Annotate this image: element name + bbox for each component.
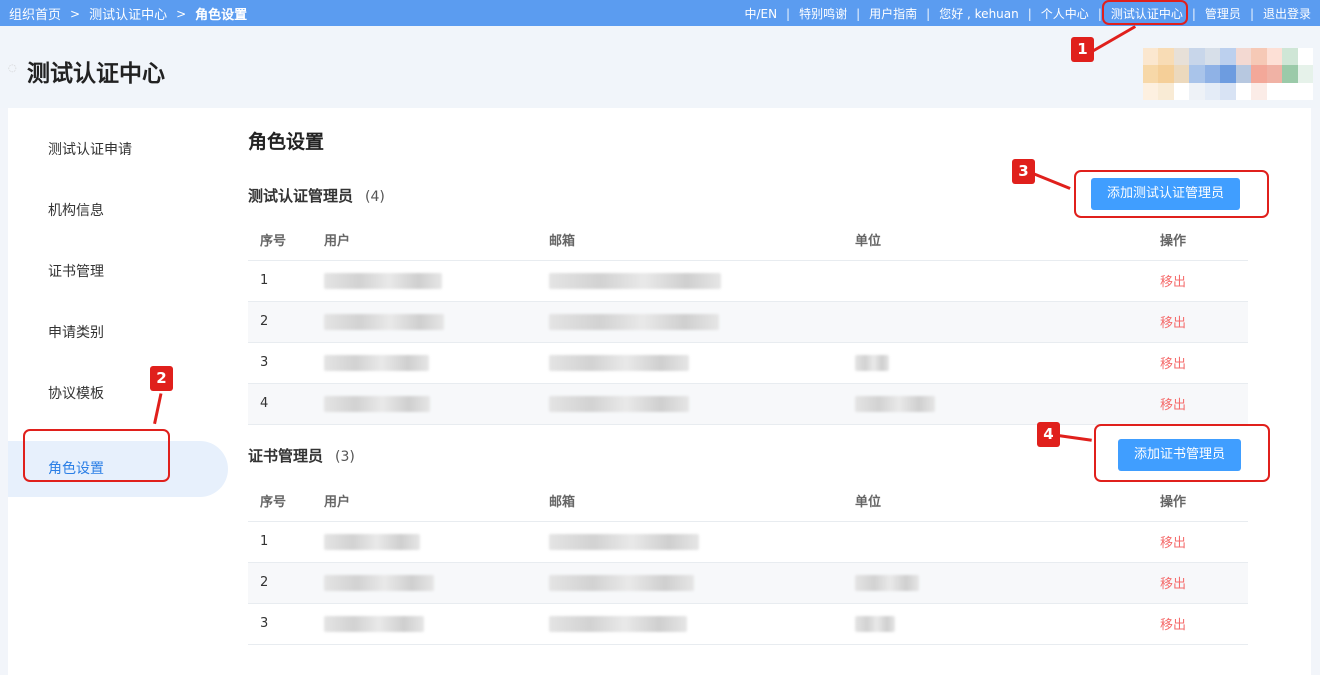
blurred-unit (855, 562, 1160, 604)
remove-link[interactable]: 移出 (1160, 521, 1248, 563)
unit-cell (855, 301, 1160, 343)
language-toggle[interactable]: 中/EN (744, 5, 777, 22)
blurred-email (549, 342, 855, 384)
blurred-unit (855, 342, 1160, 384)
blurred-email (549, 301, 855, 343)
remove-link[interactable]: 移出 (1160, 301, 1248, 343)
cert-admin-table: 序号 用户 邮箱 单位 操作 1 移出 2 移出 3 移出 (248, 481, 1248, 645)
remove-link[interactable]: 移出 (1160, 260, 1248, 302)
remove-link[interactable]: 移出 (1160, 342, 1248, 384)
column-header-unit: 单位 (855, 481, 1160, 522)
cert-admin-section-title: 证书管理员 (3) (248, 445, 355, 466)
sidebar-item-apply-category[interactable]: 申请类别 (8, 303, 228, 364)
table-row: 4 移出 (248, 383, 1248, 425)
page-title: 测试认证中心 (27, 61, 165, 87)
unit-cell (855, 260, 1160, 302)
column-header-action: 操作 (1160, 220, 1248, 261)
column-header-user: 用户 (324, 481, 549, 522)
breadcrumb-test-center[interactable]: 测试认证中心 (89, 4, 167, 23)
row-number: 2 (248, 562, 324, 604)
blurred-email (549, 521, 855, 563)
breadcrumb: 组织首页 > 测试认证中心 > 角色设置 (9, 4, 248, 24)
collapse-icon[interactable]: ◌ (8, 63, 17, 74)
blurred-user (324, 342, 549, 384)
blurred-user (324, 260, 549, 302)
acknowledgements-link[interactable]: 特别鸣谢 (799, 5, 847, 22)
annotation-highlight-add-test-admin (1074, 170, 1269, 218)
test-admin-table: 序号 用户 邮箱 单位 操作 1 移出 2 移出 3 移出 4 移出 (248, 220, 1248, 425)
row-number: 1 (248, 260, 324, 302)
user-greeting: 您好 , kehuan (939, 7, 1019, 21)
cert-admin-count: (3) (335, 449, 355, 465)
blurred-email (549, 383, 855, 425)
annotation-badge-4: 4 (1037, 422, 1060, 447)
row-number: 3 (248, 603, 324, 645)
table-row: 1 移出 (248, 260, 1248, 302)
table-row: 2 移出 (248, 562, 1248, 604)
blurred-user (324, 603, 549, 645)
sidebar-item-cert-manage[interactable]: 证书管理 (8, 242, 228, 303)
cert-admin-title-text: 证书管理员 (248, 447, 324, 465)
table-row: 1 移出 (248, 521, 1248, 563)
logout-link[interactable]: 退出登录 (1263, 5, 1311, 22)
row-number: 1 (248, 521, 324, 563)
page-header: ◌ 测试认证中心 (0, 26, 1320, 108)
blurred-user (324, 521, 549, 563)
blurred-unit (855, 383, 1160, 425)
annotation-highlight-test-center-link (1102, 0, 1188, 25)
column-header-unit: 单位 (855, 220, 1160, 261)
remove-link[interactable]: 移出 (1160, 562, 1248, 604)
remove-link[interactable]: 移出 (1160, 383, 1248, 425)
breadcrumb-org-home[interactable]: 组织首页 (9, 4, 61, 23)
table-row: 3 移出 (248, 603, 1248, 645)
user-guide-link[interactable]: 用户指南 (869, 5, 917, 22)
admin-link[interactable]: 管理员 (1205, 5, 1241, 22)
column-header-email: 邮箱 (549, 220, 855, 261)
personal-center-link[interactable]: 个人中心 (1041, 5, 1089, 22)
row-number: 2 (248, 301, 324, 343)
table-row: 3 移出 (248, 342, 1248, 384)
blurred-email (549, 562, 855, 604)
table-row: 2 移出 (248, 301, 1248, 343)
remove-link[interactable]: 移出 (1160, 603, 1248, 645)
column-header-email: 邮箱 (549, 481, 855, 522)
section-page-title: 角色设置 (248, 131, 325, 153)
annotation-badge-2: 2 (150, 366, 173, 391)
annotation-highlight-add-cert-admin (1094, 424, 1270, 482)
blurred-user (324, 301, 549, 343)
organization-logo (1143, 48, 1313, 100)
blurred-user (324, 383, 549, 425)
unit-cell (855, 521, 1160, 563)
test-admin-count: (4) (365, 189, 385, 205)
test-admin-title-text: 测试认证管理员 (248, 187, 354, 205)
column-header-no: 序号 (248, 481, 324, 522)
sidebar-item-agreement-template[interactable]: 协议模板 (8, 364, 228, 425)
test-admin-section-title: 测试认证管理员 (4) (248, 185, 385, 206)
annotation-badge-3: 3 (1012, 159, 1035, 184)
top-links: 中/EN | 特别鸣谢 | 用户指南 | 您好 , kehuan | 个人中心 | 测试认… (744, 5, 1311, 22)
row-number: 3 (248, 342, 324, 384)
annotation-badge-1: 1 (1071, 37, 1094, 62)
column-header-no: 序号 (248, 220, 324, 261)
row-number: 4 (248, 383, 324, 425)
breadcrumb-separator: > (176, 6, 187, 21)
blurred-unit (855, 603, 1160, 645)
breadcrumb-current: 角色设置 (195, 8, 248, 23)
column-header-user: 用户 (324, 220, 549, 261)
column-header-action: 操作 (1160, 481, 1248, 522)
blurred-email (549, 260, 855, 302)
breadcrumb-separator: > (70, 6, 81, 21)
annotation-highlight-role-settings (23, 429, 170, 482)
sidebar-item-org-info[interactable]: 机构信息 (8, 181, 228, 242)
blurred-email (549, 603, 855, 645)
sidebar-item-test-cert-apply[interactable]: 测试认证申请 (8, 120, 228, 181)
blurred-user (324, 562, 549, 604)
